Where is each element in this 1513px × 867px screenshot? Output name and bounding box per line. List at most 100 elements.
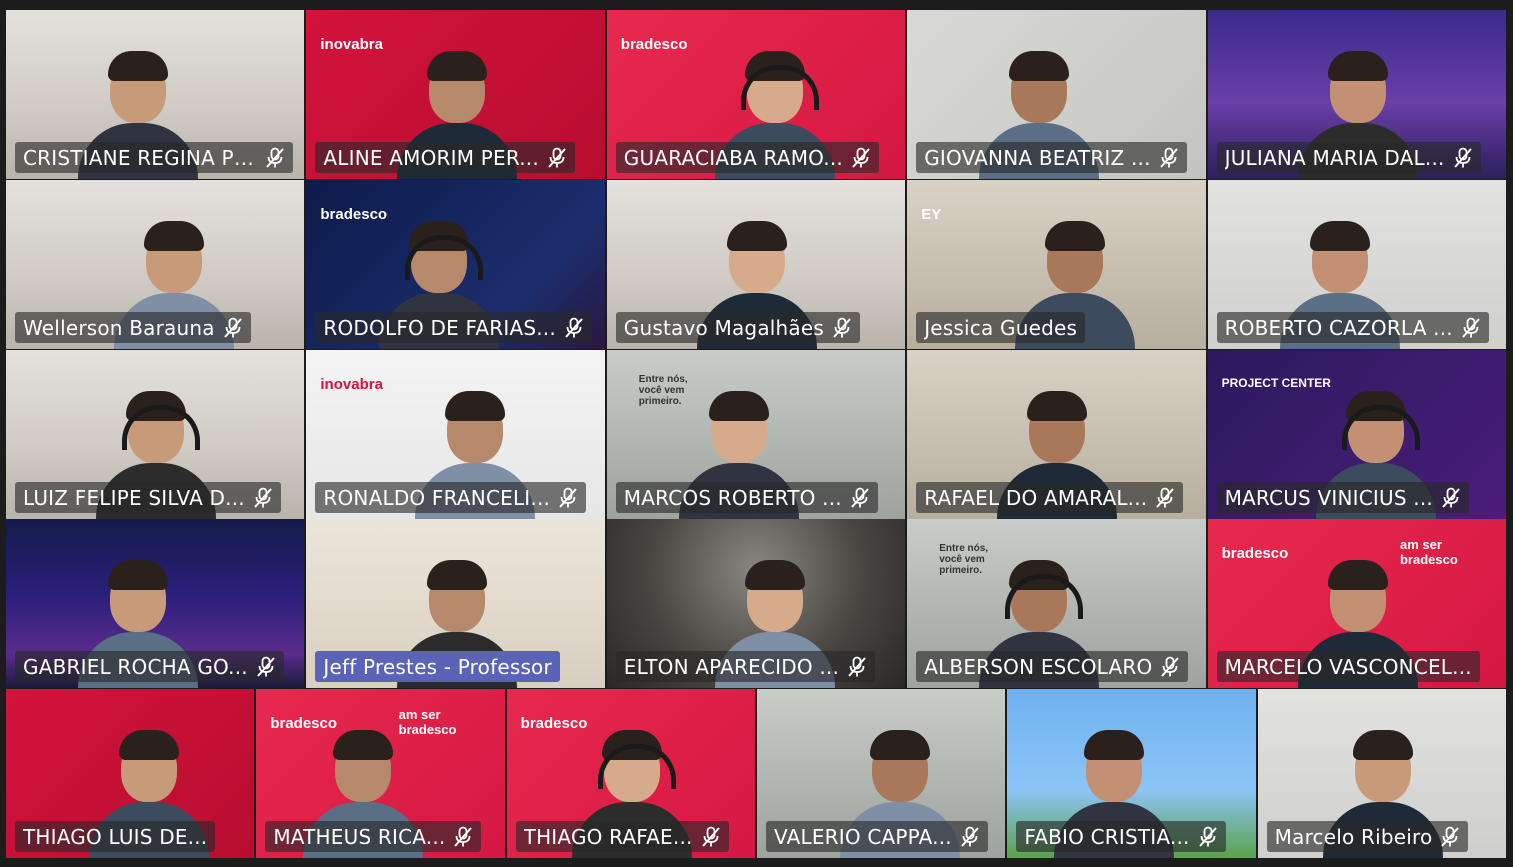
participant-tile[interactable]: bradesco am ser bradesco MATHEUS RICA... xyxy=(256,689,505,858)
participant-nameplate: CRISTIANE REGINA PER... xyxy=(15,142,294,173)
participant-tile[interactable]: LUIZ FELIPE SILVA D... xyxy=(6,350,305,519)
muted-mic-icon xyxy=(850,487,870,509)
participant-nameplate: RAFAEL DO AMARAL... xyxy=(916,482,1184,513)
video-gallery: CRISTIANE REGINA PER... inovabra ALINE AMO… xyxy=(6,10,1508,860)
background-logo: bradesco xyxy=(320,206,388,223)
muted-mic-icon xyxy=(1159,147,1179,169)
participant-tile[interactable]: Jeff Prestes - Professor xyxy=(306,519,605,688)
participant-tile[interactable]: RAFAEL DO AMARAL... xyxy=(907,350,1206,519)
participant-tile[interactable]: THIAGO LUIS DE... xyxy=(6,689,255,858)
participant-nameplate: JULIANA MARIA DAL... xyxy=(1216,142,1481,173)
participant-nameplate: GIOVANNA BEATRIZ ... xyxy=(916,142,1187,173)
muted-mic-icon xyxy=(847,656,867,678)
participant-tile[interactable]: bradesco THIAGO RAFAE... xyxy=(506,689,755,858)
participant-name: GUARACIABA RAMO... xyxy=(623,145,843,170)
participant-name: JULIANA MARIA DAL... xyxy=(1224,145,1445,170)
participant-name: GIOVANNA BEATRIZ ... xyxy=(924,145,1151,170)
muted-mic-icon xyxy=(1461,317,1481,339)
participant-name: MARCUS VINICIUS ... xyxy=(1224,485,1433,510)
participant-name: MARCOS ROBERTO ... xyxy=(623,485,842,510)
participant-tile[interactable]: JULIANA MARIA DAL... xyxy=(1207,10,1506,179)
participant-name: Jessica Guedes xyxy=(924,315,1078,340)
participant-name: Gustavo Magalhães xyxy=(623,315,824,340)
participant-name: GABRIEL ROCHA GO... xyxy=(23,654,248,679)
muted-mic-icon xyxy=(256,656,276,678)
muted-mic-icon xyxy=(1198,826,1218,848)
participant-tile[interactable]: Wellerson Barauna xyxy=(6,180,305,349)
participant-nameplate: ELTON APARECIDO ... xyxy=(615,651,876,682)
muted-mic-icon xyxy=(851,147,871,169)
participant-name: ELTON APARECIDO ... xyxy=(623,654,840,679)
muted-mic-icon xyxy=(265,147,285,169)
participant-tile[interactable]: inovabra ALINE AMORIM PER... xyxy=(306,10,605,179)
participant-nameplate: VALERIO CAPPA... xyxy=(766,821,988,852)
participant-name: RAFAEL DO AMARAL... xyxy=(924,485,1148,510)
participant-tile[interactable]: Entre nós, você vem primeiro. ALBERSON ES… xyxy=(907,519,1206,688)
participant-name: Marcelo Ribeiro xyxy=(1274,824,1433,849)
muted-mic-icon xyxy=(547,147,567,169)
participant-tile[interactable]: EY Jessica Guedes xyxy=(907,180,1206,349)
participant-name: RONALDO FRANCELI... xyxy=(323,485,551,510)
participant-nameplate: Wellerson Barauna xyxy=(15,312,251,343)
muted-mic-icon xyxy=(1441,487,1461,509)
participant-nameplate: Marcelo Ribeiro xyxy=(1266,821,1469,852)
participant-name: ALINE AMORIM PER... xyxy=(323,145,539,170)
participant-name: THIAGO RAFAE... xyxy=(523,824,693,849)
participant-name: FABIO CRISTIA... xyxy=(1024,824,1190,849)
background-logo: EY xyxy=(921,206,942,223)
participant-nameplate: ROBERTO CAZORLA ... xyxy=(1216,312,1489,343)
participant-tile[interactable]: Entre nós, você vem primeiro. MARCOS ROBE… xyxy=(606,350,906,519)
background-logo: PROJECT CENTER xyxy=(1221,376,1331,390)
participant-tile[interactable]: PROJECT CENTER MARCUS VINICIUS ... xyxy=(1207,350,1506,519)
participant-nameplate: ALBERSON ESCOLARO xyxy=(916,651,1189,682)
participant-name: ROBERTO CAZORLA ... xyxy=(1224,315,1453,340)
participant-name: Wellerson Barauna xyxy=(23,315,215,340)
participant-tile[interactable]: GABRIEL ROCHA GO... xyxy=(6,519,305,688)
participant-nameplate: LUIZ FELIPE SILVA D... xyxy=(15,482,281,513)
muted-mic-icon xyxy=(701,826,721,848)
participant-nameplate: ALINE AMORIM PER... xyxy=(315,142,575,173)
muted-mic-icon xyxy=(558,487,578,509)
participant-nameplate: GUARACIABA RAMO... xyxy=(615,142,879,173)
background-logo: inovabra xyxy=(320,376,383,393)
participant-name: Jeff Prestes - Professor xyxy=(323,654,552,679)
participant-tile[interactable]: FABIO CRISTIA... xyxy=(1007,689,1256,858)
participant-nameplate: Jeff Prestes - Professor xyxy=(315,651,560,682)
participant-name: MATHEUS RICA... xyxy=(273,824,446,849)
participant-tile[interactable]: ELTON APARECIDO ... xyxy=(606,519,906,688)
participant-tile[interactable]: CRISTIANE REGINA PER... xyxy=(6,10,305,179)
participant-tile[interactable]: GIOVANNA BEATRIZ ... xyxy=(907,10,1206,179)
participant-nameplate: THIAGO RAFAE... xyxy=(515,821,729,852)
participant-nameplate: THIAGO LUIS DE... xyxy=(15,821,216,852)
participant-name: ALBERSON ESCOLARO xyxy=(924,654,1153,679)
participant-tile[interactable]: ROBERTO CAZORLA ... xyxy=(1207,180,1506,349)
participant-nameplate: RONALDO FRANCELI... xyxy=(315,482,587,513)
participant-nameplate: MARCELO VASCONCEL... xyxy=(1216,651,1480,682)
participant-tile[interactable]: VALERIO CAPPA... xyxy=(757,689,1006,858)
participant-name: RODOLFO DE FARIAS... xyxy=(323,315,556,340)
participant-nameplate: Gustavo Magalhães xyxy=(615,312,860,343)
participant-tile[interactable]: bradesco RODOLFO DE FARIAS... xyxy=(306,180,605,349)
participant-tile[interactable]: bradesco GUARACIABA RAMO... xyxy=(606,10,906,179)
muted-mic-icon xyxy=(1160,656,1180,678)
muted-mic-icon xyxy=(832,317,852,339)
participant-tile[interactable]: Gustavo Magalhães xyxy=(606,180,906,349)
participant-name: MARCELO VASCONCEL... xyxy=(1224,654,1472,679)
participant-tile[interactable]: inovabra RONALDO FRANCELI... xyxy=(306,350,605,519)
participant-nameplate: Jessica Guedes xyxy=(916,312,1086,343)
participant-tile[interactable]: Marcelo Ribeiro xyxy=(1257,689,1506,858)
participant-nameplate: MATHEUS RICA... xyxy=(265,821,482,852)
muted-mic-icon xyxy=(1155,487,1175,509)
background-logo: bradesco xyxy=(620,36,688,53)
muted-mic-icon xyxy=(453,826,473,848)
muted-mic-icon xyxy=(223,317,243,339)
muted-mic-icon xyxy=(960,826,980,848)
muted-mic-icon xyxy=(564,317,584,339)
muted-mic-icon xyxy=(1453,147,1473,169)
participant-nameplate: FABIO CRISTIA... xyxy=(1016,821,1226,852)
participant-tile[interactable]: bradesco am ser bradesco MARCELO VASCONCEL… xyxy=(1207,519,1506,688)
participant-nameplate: MARCOS ROBERTO ... xyxy=(615,482,878,513)
participant-name: CRISTIANE REGINA PER... xyxy=(23,145,258,170)
participant-nameplate: RODOLFO DE FARIAS... xyxy=(315,312,592,343)
participant-nameplate: MARCUS VINICIUS ... xyxy=(1216,482,1469,513)
